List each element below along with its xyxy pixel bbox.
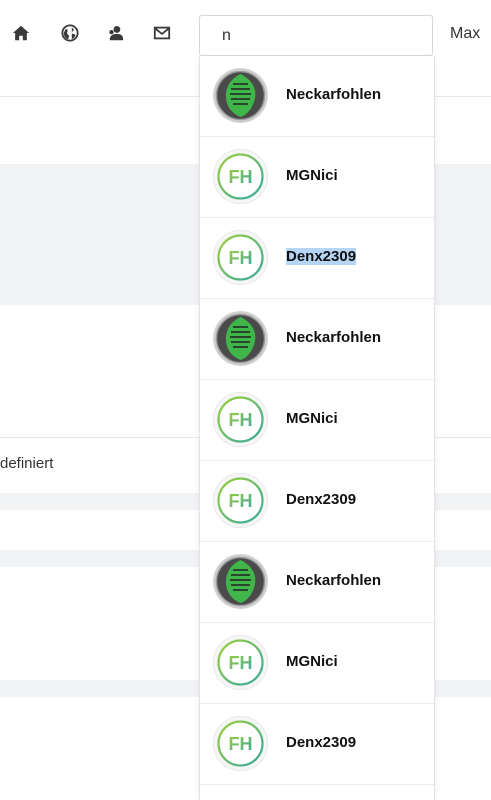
search-result-item[interactable]: FH Denx2309 xyxy=(200,218,434,299)
fh-logo-icon: FH xyxy=(213,473,268,528)
neckarfohlen-avatar-icon xyxy=(213,68,268,123)
result-username: MGNici xyxy=(286,410,338,427)
result-username: Neckarfohlen xyxy=(286,329,382,346)
search-result-item[interactable]: Neckarfohlen xyxy=(200,542,434,623)
search-result-item[interactable]: FH MGNici xyxy=(200,623,434,704)
globe-icon[interactable] xyxy=(60,23,80,43)
neckarfohlen-avatar-icon xyxy=(213,311,268,366)
result-username: MGNici xyxy=(286,167,338,184)
result-username: MGNici xyxy=(286,653,338,670)
search-results-dropdown: Neckarfohlen FH MGNici FH Denx2309 Necka… xyxy=(199,56,435,800)
search-input[interactable] xyxy=(199,15,433,56)
search-result-item[interactable]: Neckarfohlen xyxy=(200,299,434,380)
field-value-text: definiert xyxy=(0,455,54,472)
user-menu[interactable]: Max xyxy=(450,25,480,43)
result-username: Neckarfohlen xyxy=(286,572,382,589)
home-icon[interactable] xyxy=(11,23,31,43)
result-username: Denx2309 xyxy=(286,248,357,265)
search-result-item[interactable]: Neckarfohlen xyxy=(200,56,434,137)
fh-logo-icon: FH xyxy=(213,149,268,204)
fh-logo-icon: FH xyxy=(213,392,268,447)
svg-text:FH: FH xyxy=(229,653,253,673)
result-username: Denx2309 xyxy=(286,734,357,751)
fh-logo-icon: FH xyxy=(213,716,268,771)
svg-text:FH: FH xyxy=(229,491,253,511)
fh-logo-icon: FH xyxy=(213,230,268,285)
svg-text:FH: FH xyxy=(229,248,253,268)
search-result-item[interactable]: FH MGNici xyxy=(200,137,434,218)
result-username: Neckarfohlen xyxy=(286,86,382,103)
search-result-item[interactable]: FH Denx2309 xyxy=(200,704,434,785)
svg-text:FH: FH xyxy=(229,167,253,187)
neckarfohlen-avatar-icon xyxy=(213,554,268,609)
fh-logo-icon: FH xyxy=(213,635,268,690)
svg-text:FH: FH xyxy=(229,734,253,754)
users-icon[interactable] xyxy=(106,23,126,43)
result-username: Denx2309 xyxy=(286,491,357,508)
search-result-item[interactable]: FH Denx2309 xyxy=(200,461,434,542)
svg-text:FH: FH xyxy=(229,410,253,430)
search-result-item[interactable]: FH MGNici xyxy=(200,380,434,461)
mail-icon[interactable] xyxy=(152,23,172,43)
